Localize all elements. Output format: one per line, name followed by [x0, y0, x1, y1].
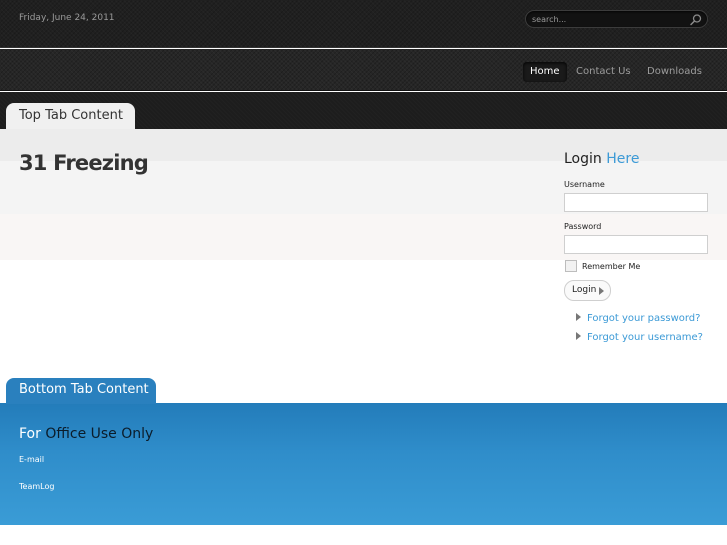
email-link[interactable]: E-mail: [19, 455, 44, 464]
remember-me-checkbox[interactable]: [565, 260, 577, 272]
top-tab[interactable]: Top Tab Content: [6, 103, 135, 129]
forgot-password-label[interactable]: Forgot your password?: [587, 313, 700, 324]
login-heading: Login Here: [564, 151, 639, 167]
password-label: Password: [564, 222, 602, 231]
teamlog-link[interactable]: TeamLog: [19, 482, 54, 491]
office-title: For Office Use Only: [19, 426, 153, 442]
nav-item-home[interactable]: Home: [523, 62, 567, 82]
bottom-content-band: [0, 403, 727, 525]
office-title-rest: Office Use Only: [45, 426, 154, 442]
login-button-label: Login: [572, 285, 597, 295]
arrow-right-icon: [599, 287, 604, 295]
remember-me-label[interactable]: Remember Me: [582, 262, 640, 271]
bottom-tab[interactable]: Bottom Tab Content: [6, 378, 156, 404]
search-box[interactable]: [525, 10, 708, 28]
forgot-username-link[interactable]: Forgot your username?: [576, 332, 703, 343]
page-title: 31 Freezing: [19, 151, 149, 175]
login-heading-accent: Here: [606, 151, 640, 167]
top-header-bar: Friday, June 24, 2011: [0, 0, 727, 48]
forgot-password-link[interactable]: Forgot your password?: [576, 313, 700, 324]
search-input[interactable]: [532, 11, 682, 27]
username-field[interactable]: [564, 193, 708, 212]
main-navigation: Home Contact Us Downloads: [0, 49, 727, 91]
search-icon[interactable]: [689, 12, 703, 26]
nav-item-downloads[interactable]: Downloads: [640, 62, 709, 82]
office-title-prefix: For: [19, 426, 41, 442]
arrow-right-icon: [576, 332, 581, 340]
forgot-username-label[interactable]: Forgot your username?: [587, 332, 703, 343]
nav-item-contact-us[interactable]: Contact Us: [569, 62, 638, 82]
current-date: Friday, June 24, 2011: [19, 13, 115, 23]
arrow-right-icon: [576, 313, 581, 321]
password-field[interactable]: [564, 235, 708, 254]
login-button[interactable]: Login: [564, 280, 611, 301]
page-footer: [0, 525, 727, 545]
login-heading-text: Login: [564, 151, 602, 167]
username-label: Username: [564, 180, 605, 189]
